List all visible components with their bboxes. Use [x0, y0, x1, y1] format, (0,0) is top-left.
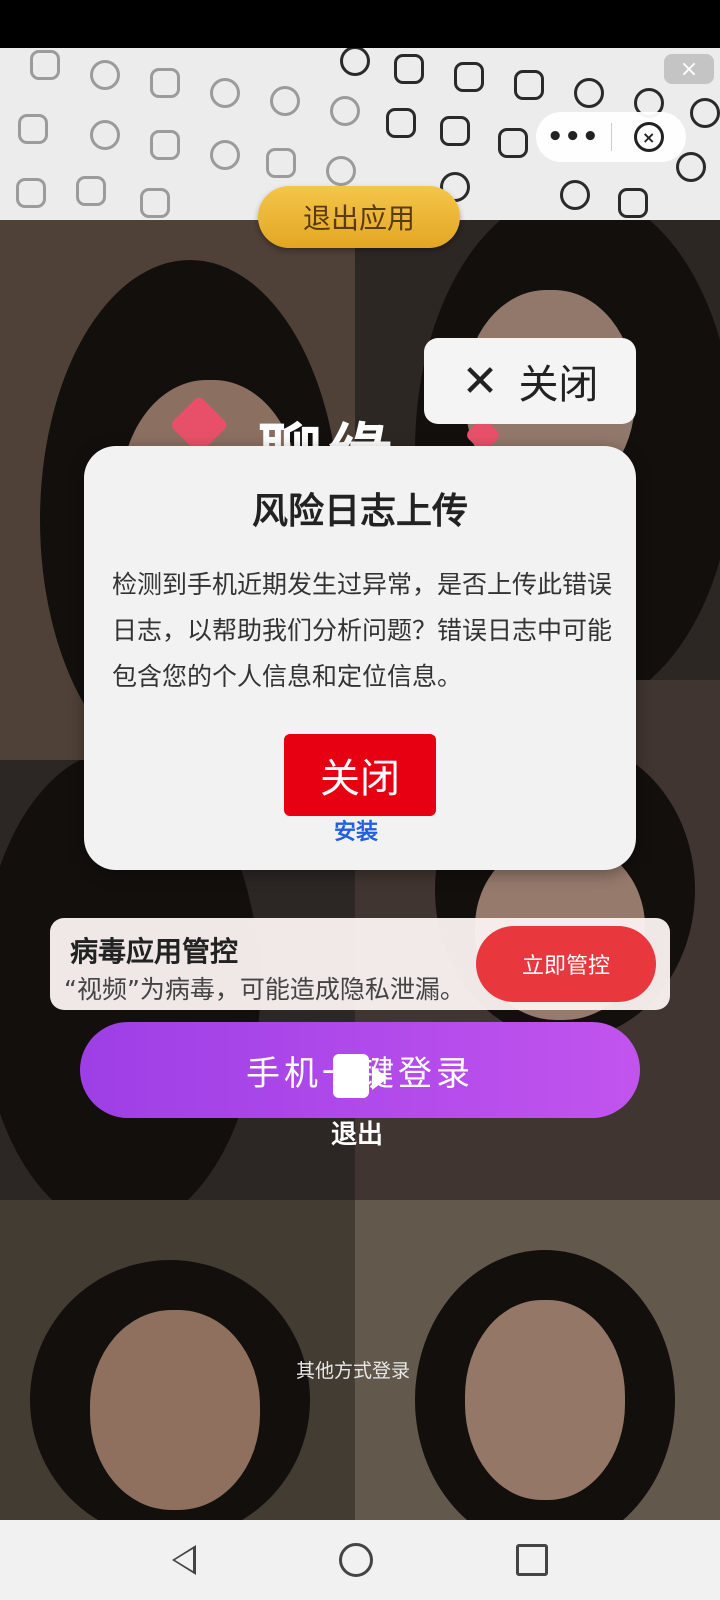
virus-banner-title: 病毒应用管控 — [70, 935, 239, 968]
risk-log-dialog: 风险日志上传 检测到手机近期发生过异常，是否上传此错误日志，以帮助我们分析问题？… — [84, 446, 636, 870]
exit-app-button[interactable]: 退出应用 — [258, 186, 460, 248]
close-circle-icon: × — [633, 122, 664, 152]
capsule-close-button[interactable]: × — [612, 122, 687, 152]
recents-icon[interactable] — [516, 1544, 549, 1576]
home-icon[interactable] — [338, 1543, 373, 1577]
other-login-methods-link[interactable]: 其他方式登录 — [296, 1356, 410, 1383]
overlay-close-label: 关闭 — [518, 362, 599, 408]
install-link[interactable]: 安装 — [334, 814, 378, 846]
status-bar — [0, 0, 720, 48]
app-screen: 聊缘 × ••• × 退出应用 ✕ 关闭 风险日志上传 检测到手机近期发生过异常… — [0, 48, 720, 1520]
exit-arrow-icon — [372, 1066, 388, 1090]
miniprogram-capsule: ••• × — [536, 112, 686, 162]
exit-icon[interactable] — [333, 1054, 369, 1098]
corner-close-icon[interactable]: × — [664, 54, 714, 84]
dialog-body: 检测到手机近期发生过异常，是否上传此错误日志，以帮助我们分析问题？错误日志中可能… — [112, 570, 613, 691]
dialog-close-button[interactable]: 关闭 — [284, 734, 436, 816]
more-icon[interactable]: ••• — [536, 122, 611, 152]
control-now-button[interactable]: 立即管控 — [476, 926, 656, 1002]
exit-label[interactable]: 退出 — [331, 1114, 383, 1151]
virus-banner-description: “视频”为病毒，可能造成隐私泄漏。 — [64, 975, 465, 1004]
virus-warning-banner: 病毒应用管控 “视频”为病毒，可能造成隐私泄漏。 立即管控 — [50, 918, 670, 1010]
close-icon: ✕ — [461, 355, 499, 407]
system-nav-bar — [0, 1520, 720, 1600]
dialog-title: 风险日志上传 — [251, 491, 468, 532]
back-icon[interactable] — [171, 1545, 196, 1575]
overlay-close-button[interactable]: ✕ 关闭 — [424, 338, 636, 424]
